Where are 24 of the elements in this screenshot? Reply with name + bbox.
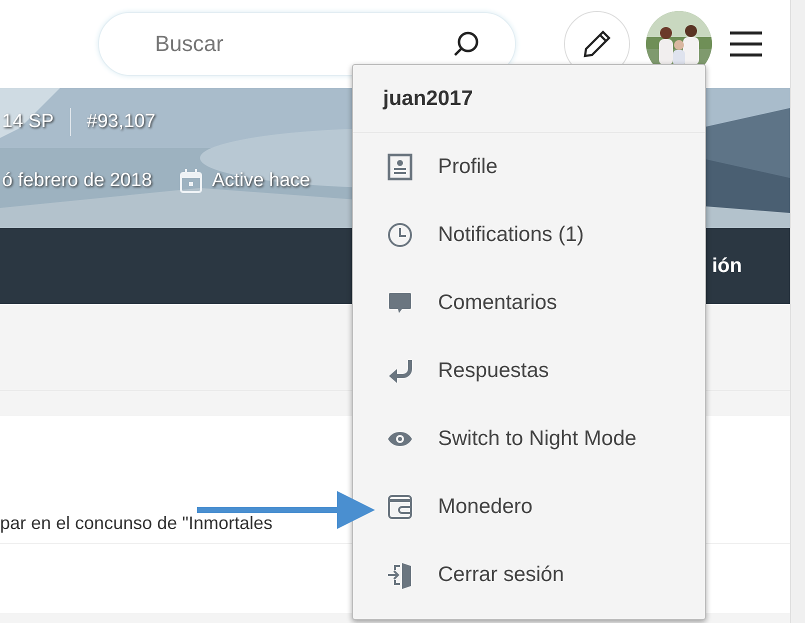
menu-item[interactable]: Respuestas [353,337,705,405]
username: juan2017 [383,86,473,112]
menu-item[interactable]: Switch to Night Mode [353,405,705,473]
menu-item[interactable]: Comentarios [353,269,705,337]
sp-stat: 14 SP [2,110,54,134]
menu-icon[interactable] [728,29,764,59]
rank-stat: #93,107 [86,110,156,134]
scrollbar[interactable] [790,0,805,623]
calendar-icon [180,168,202,193]
active-status: Active hace [212,168,310,192]
search-icon[interactable] [452,30,480,58]
exit-door-icon [386,561,414,589]
profile-card-icon [386,153,414,181]
joined-date: ó febrero de 2018 [2,168,152,192]
wallet-icon [386,493,414,521]
clock-icon [386,221,414,249]
menu-item[interactable]: Cerrar sesión [353,541,705,609]
nav-tab[interactable]: ión [712,251,742,281]
search-field[interactable]: Buscar [98,12,516,76]
menu-item[interactable]: Monedero [353,473,705,541]
pencil-icon [582,29,612,59]
post-text: par en el concunso de "Inmortales [0,512,273,535]
menu-item[interactable]: Profile [353,133,705,201]
menu-item[interactable]: Notifications (1) [353,201,705,269]
